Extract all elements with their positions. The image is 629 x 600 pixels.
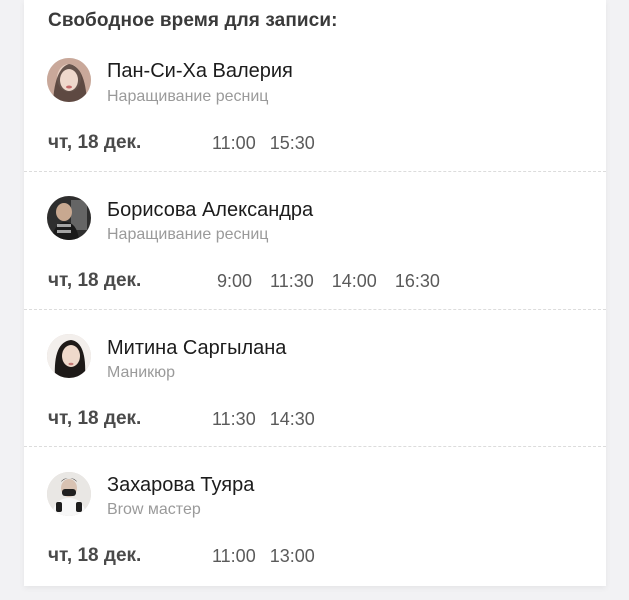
master-service: Brow мастер	[107, 501, 201, 518]
master-photo-icon	[47, 196, 91, 240]
time-slot[interactable]: 14:30	[270, 409, 315, 430]
master-service: Наращивание ресниц	[107, 88, 269, 105]
master-entry[interactable]: Митина Саргылана Маникюр чт, 18 дек. 11:…	[24, 309, 606, 447]
time-slot[interactable]: 14:00	[332, 271, 377, 292]
master-photo-icon	[47, 58, 91, 102]
master-entry[interactable]: Борисова Александра Наращивание ресниц ч…	[24, 171, 606, 309]
dashed-divider	[24, 171, 606, 172]
time-slots: 11:00 15:30	[212, 133, 315, 154]
master-entry[interactable]: Захарова Туяра Brow мастер чт, 18 дек. 1…	[24, 446, 606, 584]
master-photo-icon	[47, 472, 91, 516]
time-slot[interactable]: 9:00	[217, 271, 252, 292]
master-photo-icon	[47, 334, 91, 378]
master-name[interactable]: Захарова Туяра	[107, 474, 254, 497]
avatar[interactable]	[47, 334, 91, 378]
slot-date: чт, 18 дек.	[48, 132, 142, 153]
slot-date: чт, 18 дек.	[48, 270, 142, 291]
free-time-card: Свободное время для записи: Пан-Си-Ха Ва…	[24, 0, 606, 586]
time-slots: 11:00 13:00	[212, 546, 315, 567]
section-title: Свободное время для записи:	[48, 10, 338, 31]
avatar[interactable]	[47, 196, 91, 240]
time-slot[interactable]: 13:00	[270, 546, 315, 567]
time-slots: 9:00 11:30 14:00 16:30	[217, 271, 440, 292]
master-service: Маникюр	[107, 364, 176, 381]
master-name[interactable]: Митина Саргылана	[107, 337, 286, 360]
master-name[interactable]: Пан-Си-Ха Валерия	[107, 60, 293, 83]
avatar[interactable]	[47, 58, 91, 102]
time-slot[interactable]: 11:30	[212, 409, 256, 430]
dashed-divider	[24, 309, 606, 310]
time-slot[interactable]: 11:00	[212, 133, 256, 154]
master-entry[interactable]: Пан-Си-Ха Валерия Наращивание ресниц чт,…	[24, 34, 606, 172]
time-slot[interactable]: 11:00	[212, 546, 256, 567]
master-name[interactable]: Борисова Александра	[107, 199, 313, 222]
avatar[interactable]	[47, 472, 91, 516]
time-slots: 11:30 14:30	[212, 409, 315, 430]
time-slot[interactable]: 15:30	[270, 133, 315, 154]
slot-date: чт, 18 дек.	[48, 408, 142, 429]
dashed-divider	[24, 446, 606, 447]
slot-date: чт, 18 дек.	[48, 545, 142, 566]
time-slot[interactable]: 16:30	[395, 271, 440, 292]
time-slot[interactable]: 11:30	[270, 271, 314, 292]
master-service: Наращивание ресниц	[107, 226, 269, 243]
